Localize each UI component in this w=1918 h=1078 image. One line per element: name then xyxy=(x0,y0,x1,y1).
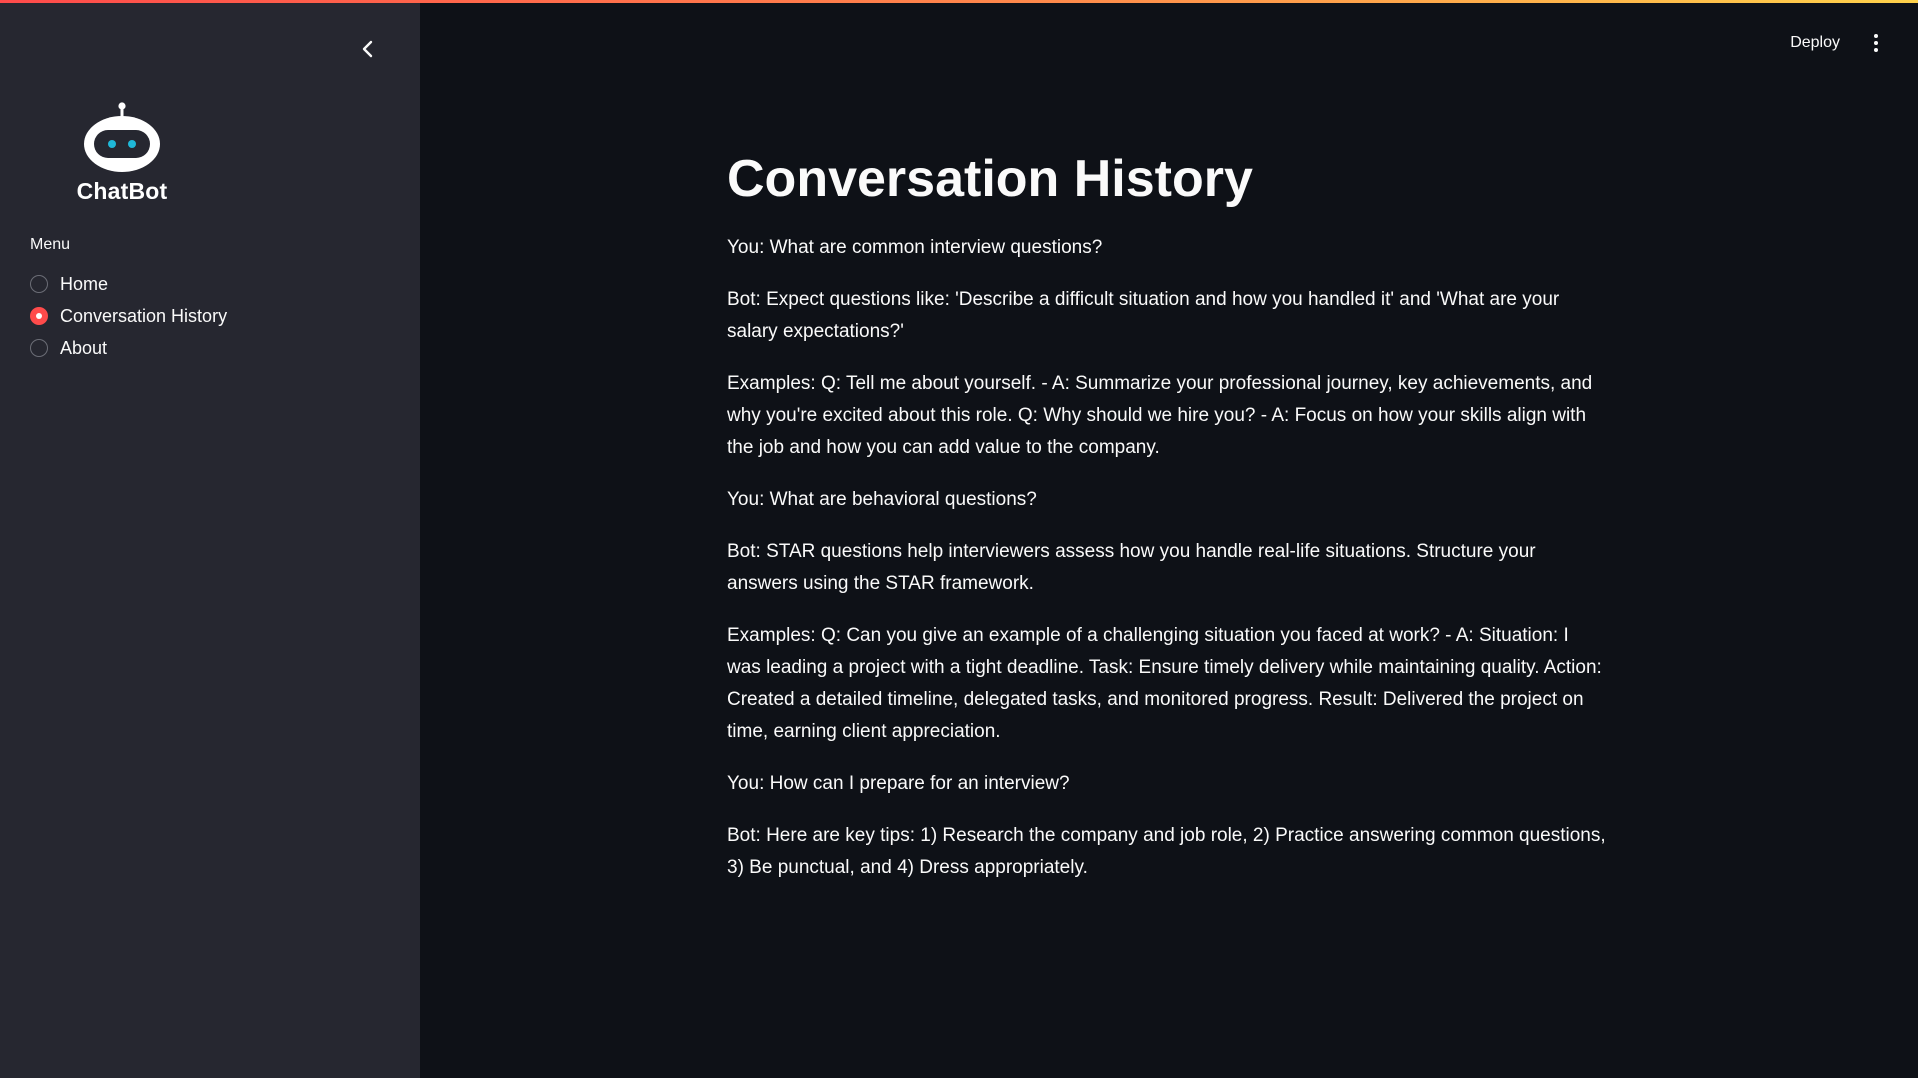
sidebar-item-home[interactable]: Home xyxy=(30,268,227,300)
kebab-menu-icon[interactable] xyxy=(1870,31,1882,55)
top-decoration-bar xyxy=(0,0,1918,3)
conversation-message: You: What are common interview questions… xyxy=(727,237,1103,259)
header-actions: Deploy xyxy=(1782,30,1882,56)
sidebar-item-label: Home xyxy=(60,273,109,294)
sidebar-menu: Home Conversation History About xyxy=(30,268,227,364)
conversation-message: Bot: STAR questions help interviewers as… xyxy=(727,541,1536,595)
conversation-message: You: What are behavioral questions? xyxy=(727,489,1037,511)
sidebar-item-about[interactable]: About xyxy=(30,332,227,364)
sidebar-item-conversation-history[interactable]: Conversation History xyxy=(30,300,227,332)
deploy-button[interactable]: Deploy xyxy=(1782,30,1848,56)
conversation-message: Examples: Q: Can you give an example of … xyxy=(727,625,1602,743)
sidebar: ChatBot Menu Home Conversation History A… xyxy=(0,0,420,1078)
menu-label: Menu xyxy=(30,236,71,253)
conversation-message: You: How can I prepare for an interview? xyxy=(727,773,1070,795)
sidebar-item-label: About xyxy=(60,337,108,358)
conversation-message: Examples: Q: Tell me about yourself. - A… xyxy=(727,373,1593,459)
page-title: Conversation History xyxy=(727,150,1253,208)
conversation-message: Bot: Here are key tips: 1) Research the … xyxy=(727,825,1606,879)
radio-button-selected[interactable] xyxy=(30,307,48,325)
radio-button[interactable] xyxy=(30,339,48,357)
robot-icon xyxy=(84,102,160,172)
chatbot-logo: ChatBot xyxy=(64,100,180,205)
radio-button[interactable] xyxy=(30,275,48,293)
collapse-sidebar-button[interactable] xyxy=(356,36,380,62)
sidebar-item-label: Conversation History xyxy=(60,305,228,326)
logo-text: ChatBot xyxy=(76,178,168,204)
main-content: Conversation History You: What are commo… xyxy=(727,140,1607,904)
chevron-left-icon xyxy=(362,40,373,58)
conversation-message: Bot: Expect questions like: 'Describe a … xyxy=(727,289,1560,343)
